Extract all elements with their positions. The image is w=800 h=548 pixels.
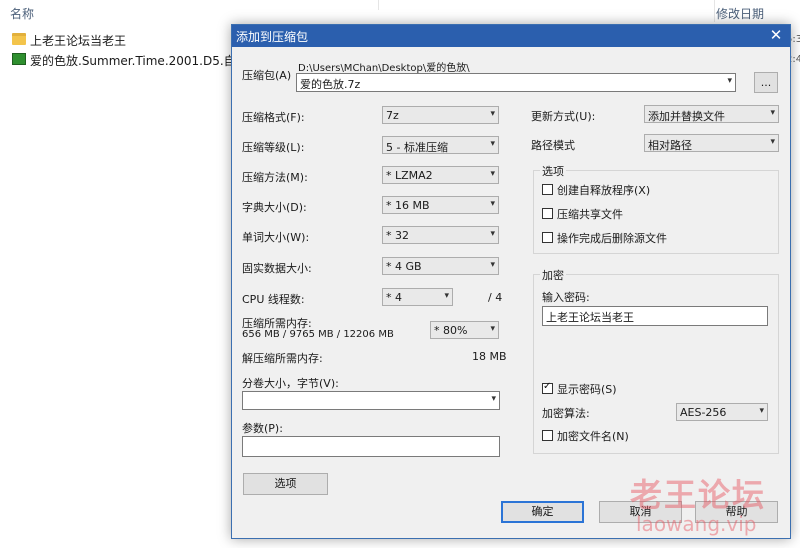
mem-percent-select[interactable]: * 80% ▾ — [430, 321, 499, 339]
dict-value: * 16 MB — [386, 199, 430, 212]
cpu-select[interactable]: * 4 ▾ — [382, 288, 453, 306]
pathmode-label: 路径模式 — [531, 139, 575, 152]
delete-source-checkbox[interactable] — [542, 232, 553, 243]
password-value: 上老王论坛当老王 — [546, 311, 634, 324]
mem-decomp-value: 18 MB — [472, 350, 507, 363]
chevron-down-icon: ▾ — [727, 76, 732, 86]
split-select[interactable]: ▾ — [242, 391, 500, 410]
archive-name-combo[interactable]: 爱的色放.7z ▾ — [296, 73, 736, 92]
word-select[interactable]: * 32 ▾ — [382, 226, 499, 244]
params-label: 参数(P): — [242, 422, 283, 435]
archive-path: D:\Users\MChan\Desktop\爱的色放\ — [298, 63, 470, 74]
column-header-date[interactable]: 修改日期 — [716, 5, 764, 22]
watermark-text: 老王论坛 — [630, 476, 767, 514]
encryption-group-title: 加密 — [540, 267, 566, 283]
solid-value: * 4 GB — [386, 260, 422, 273]
mem-comp-value: 656 MB / 9765 MB / 12206 MB — [242, 329, 394, 340]
folder-icon — [12, 33, 26, 45]
update-value: 添加并替换文件 — [648, 110, 725, 123]
password-label: 输入密码: — [542, 291, 590, 304]
password-input[interactable]: 上老王论坛当老王 — [542, 306, 768, 326]
shared-checkbox[interactable] — [542, 208, 553, 219]
archive-icon — [12, 53, 26, 65]
params-input[interactable] — [242, 436, 500, 457]
mem-percent-value: * 80% — [434, 324, 468, 337]
level-select[interactable]: 5 - 标准压缩 ▾ — [382, 136, 499, 154]
dict-label: 字典大小(D): — [242, 201, 307, 214]
ok-button[interactable]: 确定 — [501, 501, 584, 523]
method-select[interactable]: * LZMA2 ▾ — [382, 166, 499, 184]
chevron-down-icon: ▾ — [759, 406, 764, 416]
solid-label: 固实数据大小: — [242, 262, 312, 275]
enc-method-select[interactable]: AES-256 ▾ — [676, 403, 768, 421]
column-header-name[interactable]: 名称 — [10, 5, 34, 22]
archive-label: 压缩包(A) — [242, 69, 292, 82]
column-separator — [714, 0, 715, 22]
chevron-down-icon: ▾ — [490, 109, 495, 119]
enc-method-value: AES-256 — [680, 406, 727, 419]
encrypt-names-label[interactable]: 加密文件名(N) — [557, 428, 629, 444]
list-item[interactable]: 爱的色放.Summer.Time.2001.D5.自压 — [0, 50, 248, 70]
encrypt-names-checkbox[interactable] — [542, 430, 553, 441]
pathmode-select[interactable]: 相对路径 ▾ — [644, 134, 779, 152]
file-name: 爱的色放.Summer.Time.2001.D5.自压 — [30, 54, 248, 68]
browse-button[interactable]: ... — [754, 72, 778, 93]
format-value: 7z — [386, 109, 399, 122]
update-select[interactable]: 添加并替换文件 ▾ — [644, 105, 779, 123]
chevron-down-icon: ▾ — [490, 199, 495, 209]
dialog-titlebar[interactable]: 添加到压缩包 ✕ — [232, 25, 790, 47]
chevron-down-icon: ▾ — [444, 291, 449, 301]
method-value: * LZMA2 — [386, 169, 433, 182]
level-label: 压缩等级(L): — [242, 141, 305, 154]
pathmode-value: 相对路径 — [648, 139, 692, 152]
archive-name-value: 爱的色放.7z — [300, 78, 361, 91]
chevron-down-icon: ▾ — [770, 108, 775, 118]
cpu-total: / 4 — [488, 291, 503, 304]
split-label: 分卷大小，字节(V): — [242, 377, 339, 390]
dict-select[interactable]: * 16 MB ▾ — [382, 196, 499, 214]
solid-select[interactable]: * 4 GB ▾ — [382, 257, 499, 275]
sfx-label[interactable]: 创建自释放程序(X) — [557, 182, 650, 198]
close-icon[interactable]: ✕ — [768, 26, 784, 44]
options-button[interactable]: 选项 — [243, 473, 328, 495]
shared-label[interactable]: 压缩共享文件 — [557, 206, 623, 222]
show-password-checkbox[interactable] — [542, 381, 553, 394]
chevron-down-icon: ▾ — [490, 260, 495, 270]
options-group-title: 选项 — [540, 163, 566, 179]
format-label: 压缩格式(F): — [242, 111, 305, 124]
chevron-down-icon: ▾ — [490, 169, 495, 179]
cpu-value: * 4 — [386, 291, 402, 304]
show-password-label[interactable]: 显示密码(S) — [557, 381, 617, 397]
method-label: 压缩方法(M): — [242, 171, 308, 184]
chevron-down-icon: ▾ — [770, 137, 775, 147]
level-value: 5 - 标准压缩 — [386, 141, 448, 154]
add-to-archive-dialog: 添加到压缩包 ✕ 压缩包(A) D:\Users\MChan\Desktop\爱… — [231, 24, 791, 539]
explorer-header — [0, 0, 800, 24]
format-select[interactable]: 7z ▾ — [382, 106, 499, 124]
chevron-down-icon: ▾ — [490, 324, 495, 334]
file-name: 上老王论坛当老王 — [30, 34, 127, 48]
update-label: 更新方式(U): — [531, 110, 596, 123]
mem-decomp-label: 解压缩所需内存: — [242, 352, 323, 365]
enc-method-label: 加密算法: — [542, 407, 590, 420]
word-value: * 32 — [386, 229, 409, 242]
column-separator — [378, 0, 379, 10]
word-label: 单词大小(W): — [242, 231, 310, 244]
chevron-down-icon: ▾ — [491, 394, 496, 404]
sfx-checkbox[interactable] — [542, 184, 553, 195]
dialog-title: 添加到压缩包 — [236, 30, 309, 44]
chevron-down-icon: ▾ — [490, 139, 495, 149]
list-item[interactable]: 上老王论坛当老王 — [0, 30, 240, 50]
chevron-down-icon: ▾ — [490, 229, 495, 239]
cpu-label: CPU 线程数: — [242, 293, 305, 306]
delete-source-label[interactable]: 操作完成后删除源文件 — [557, 230, 667, 246]
watermark-url: laowang.vip — [636, 512, 757, 536]
